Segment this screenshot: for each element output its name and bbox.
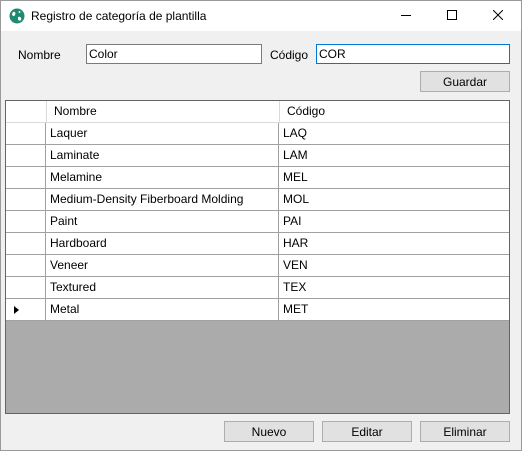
cell-nombre[interactable]: Veneer [46, 255, 279, 276]
close-icon [492, 9, 504, 23]
nuevo-button[interactable]: Nuevo [224, 421, 314, 442]
column-header-codigo[interactable]: Código [283, 101, 509, 122]
cell-codigo[interactable]: PAI [279, 211, 509, 232]
cell-codigo[interactable]: MET [279, 299, 509, 320]
current-row-arrow-icon [14, 306, 19, 314]
window-title: Registro de categoría de plantilla [31, 9, 207, 23]
header-divider [279, 101, 280, 122]
codigo-label: Código [270, 48, 309, 62]
cell-codigo[interactable]: HAR [279, 233, 509, 254]
close-button[interactable] [475, 1, 521, 31]
maximize-icon [447, 9, 457, 23]
row-header[interactable] [6, 145, 46, 166]
cell-codigo[interactable]: LAM [279, 145, 509, 166]
table-row[interactable]: Hardboard HAR [6, 233, 509, 255]
cell-nombre[interactable]: Laminate [46, 145, 279, 166]
row-header[interactable] [6, 211, 46, 232]
header-divider [46, 101, 47, 122]
nombre-label: Nombre [18, 48, 61, 62]
eliminar-button[interactable]: Eliminar [420, 421, 510, 442]
column-header-nombre[interactable]: Nombre [50, 101, 279, 122]
codigo-input[interactable] [316, 44, 510, 64]
cell-codigo[interactable]: VEN [279, 255, 509, 276]
table-row[interactable]: Laminate LAM [6, 145, 509, 167]
editar-button[interactable]: Editar [322, 421, 412, 442]
row-header[interactable] [6, 167, 46, 188]
row-header[interactable] [6, 189, 46, 210]
globe-icon [9, 8, 25, 24]
main-window: Registro de categoría de plantilla Nombr… [0, 0, 522, 451]
table-row[interactable]: Medium-Density Fiberboard Molding MOL [6, 189, 509, 211]
grid-header: Nombre Código [6, 101, 509, 123]
cell-nombre[interactable]: Textured [46, 277, 279, 298]
cell-codigo[interactable]: MEL [279, 167, 509, 188]
table-row[interactable]: Melamine MEL [6, 167, 509, 189]
row-header[interactable] [6, 277, 46, 298]
cell-nombre[interactable]: Laquer [46, 123, 279, 144]
cell-nombre[interactable]: Hardboard [46, 233, 279, 254]
row-header[interactable] [6, 299, 46, 320]
cell-nombre[interactable]: Paint [46, 211, 279, 232]
table-row[interactable]: Veneer VEN [6, 255, 509, 277]
cell-nombre[interactable]: Melamine [46, 167, 279, 188]
table-row[interactable]: Textured TEX [6, 277, 509, 299]
table-row[interactable]: Laquer LAQ [6, 123, 509, 145]
cell-nombre[interactable]: Metal [46, 299, 279, 320]
nombre-input[interactable] [86, 44, 262, 64]
row-header[interactable] [6, 233, 46, 254]
table-row[interactable]: Metal MET [6, 299, 509, 321]
row-header[interactable] [6, 123, 46, 144]
row-header[interactable] [6, 255, 46, 276]
minimize-button[interactable] [383, 1, 429, 31]
cell-codigo[interactable]: LAQ [279, 123, 509, 144]
cell-nombre[interactable]: Medium-Density Fiberboard Molding [46, 189, 279, 210]
cell-codigo[interactable]: MOL [279, 189, 509, 210]
table-row[interactable]: Paint PAI [6, 211, 509, 233]
guardar-button[interactable]: Guardar [420, 71, 510, 92]
maximize-button[interactable] [429, 1, 475, 31]
categories-grid[interactable]: Nombre Código Laquer LAQ Laminate LAM Me… [5, 100, 510, 414]
row-header-corner[interactable] [6, 101, 46, 122]
minimize-icon [401, 9, 411, 23]
cell-codigo[interactable]: TEX [279, 277, 509, 298]
title-bar[interactable]: Registro de categoría de plantilla [1, 1, 521, 31]
